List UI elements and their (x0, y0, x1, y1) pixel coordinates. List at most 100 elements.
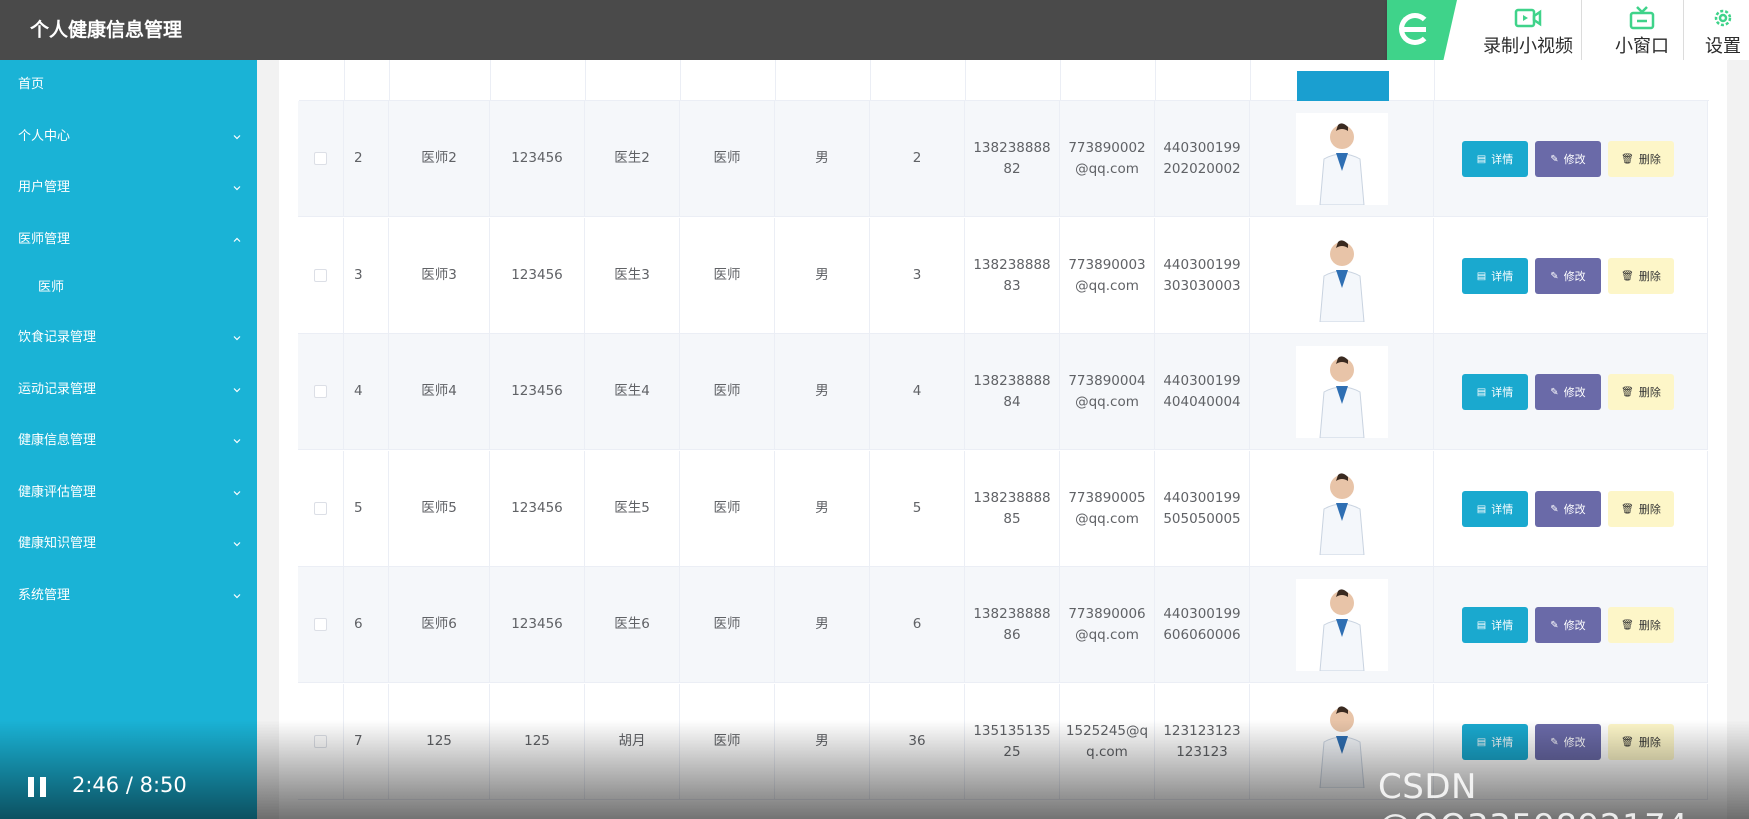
detail-button[interactable]: ▤ 详情 (1462, 258, 1528, 294)
cell-account-text: 医师2 (421, 150, 457, 166)
cell-password-text: 123456 (511, 500, 563, 516)
cell-idcard: 440300199 505050005 (1155, 451, 1250, 566)
cell-age-text: 2 (912, 150, 922, 166)
edit-button[interactable]: ✎ 修改 (1535, 374, 1601, 410)
cell-account-text: 医师3 (421, 267, 457, 283)
chevron-down-icon (233, 491, 241, 496)
settings-label: 设置 (1705, 36, 1741, 57)
edit-button-label: 修改 (1563, 385, 1586, 399)
row-select-cell (298, 451, 344, 566)
recorder-divider (1581, 0, 1582, 62)
cell-gender-text: 男 (815, 616, 829, 632)
row-checkbox[interactable] (314, 152, 327, 165)
record-video-button[interactable]: 录制小视频 (1469, 0, 1587, 62)
cell-title-text: 医师 (713, 383, 741, 399)
sidebar: 首页 个人中心 用户管理 医师管理 医师 饮食记录管理 运动记录管理 健康信息管… (0, 60, 257, 819)
cell-email-line: 773890005 (1068, 489, 1146, 506)
edit-button[interactable]: ✎ 修改 (1535, 607, 1601, 643)
delete-button[interactable]: 🗑 删除 (1608, 374, 1674, 410)
cell-title: 医师 (680, 451, 775, 566)
pencil-icon: ✎ (1550, 270, 1559, 282)
cell-idcard-line: 202020002 (1163, 160, 1241, 177)
detail-button[interactable]: ▤ 详情 (1462, 491, 1528, 527)
cell-account: 医师3 (389, 218, 490, 333)
cell-phone-line: 138238888 (973, 489, 1051, 506)
cell-idcard-line: 440300199 (1163, 489, 1241, 506)
edit-button-label: 修改 (1563, 502, 1586, 516)
detail-button[interactable]: ▤ 详情 (1462, 374, 1528, 410)
cell-name: 医生2 (585, 101, 680, 216)
delete-button[interactable]: 🗑 删除 (1608, 141, 1674, 177)
photo-cell (1250, 451, 1434, 566)
delete-button[interactable]: 🗑 删除 (1608, 258, 1674, 294)
cell-index: 3 (344, 218, 389, 333)
cell-name: 医生3 (585, 218, 680, 333)
cell-password: 123456 (490, 101, 585, 216)
cell-gender: 男 (775, 218, 870, 333)
row-checkbox[interactable] (314, 618, 327, 631)
cell-title: 医师 (680, 218, 775, 333)
sidebar-item-personal-center[interactable]: 个人中心 (0, 117, 257, 157)
cell-idcard-line: 440300199 (1163, 139, 1241, 156)
table-row: 3 医师3 123456 医生3 医师 男 3 138238888 83 773890003 @qq… (298, 218, 1708, 334)
cell-email-line: @qq.com (1075, 160, 1139, 177)
sidebar-item-health-info[interactable]: 健康信息管理 (0, 421, 257, 461)
sidebar-item-system[interactable]: 系统管理 (0, 576, 257, 616)
sidebar-item-home[interactable]: 首页 (0, 65, 257, 105)
cell-account: 医师5 (389, 451, 490, 566)
row-checkbox[interactable] (314, 269, 327, 282)
sidebar-item-label: 医师管理 (18, 232, 71, 247)
table-row: 5 医师5 123456 医生5 医师 男 5 138238888 85 773890005 @qq… (298, 451, 1708, 567)
sidebar-item-user-management[interactable]: 用户管理 (0, 168, 257, 208)
cell-idcard-line: 440300199 (1163, 605, 1241, 622)
sidebar-item-doctor[interactable]: 医师 (0, 268, 257, 308)
detail-button-label: 详情 (1491, 152, 1514, 166)
chevron-down-icon (233, 594, 241, 599)
edit-button-label: 修改 (1563, 152, 1586, 166)
row-checkbox[interactable] (314, 502, 327, 515)
cell-index-text: 3 (354, 267, 363, 283)
detail-button[interactable]: ▤ 详情 (1462, 141, 1528, 177)
doctor-photo (1295, 112, 1388, 205)
cell-idcard-line: 303030003 (1163, 277, 1241, 294)
edit-button-label: 修改 (1563, 618, 1586, 632)
cell-account-text: 医师4 (421, 383, 457, 399)
document-icon: ▤ (1476, 619, 1487, 631)
sidebar-item-label: 健康信息管理 (18, 433, 97, 448)
doctor-photo (1295, 578, 1388, 671)
sidebar-item-label: 个人中心 (18, 129, 71, 144)
sidebar-item-diet-records[interactable]: 饮食记录管理 (0, 318, 257, 358)
edit-button[interactable]: ✎ 修改 (1535, 258, 1601, 294)
cell-password: 123456 (490, 451, 585, 566)
cell-title-text: 医师 (713, 267, 741, 283)
cell-phone-line: 83 (1003, 277, 1021, 294)
chevron-down-icon (233, 186, 241, 191)
settings-button[interactable]: 设置 (1697, 0, 1749, 62)
detail-button[interactable]: ▤ 详情 (1462, 607, 1528, 643)
edit-button[interactable]: ✎ 修改 (1535, 491, 1601, 527)
delete-button-label: 删除 (1638, 502, 1661, 516)
delete-button[interactable]: 🗑 删除 (1608, 607, 1674, 643)
cell-email-line: 773890004 (1068, 372, 1146, 389)
sidebar-item-exercise-records[interactable]: 运动记录管理 (0, 370, 257, 410)
cell-age: 6 (870, 567, 965, 682)
sidebar-item-doctor-management[interactable]: 医师管理 (0, 220, 257, 260)
cell-password: 123456 (490, 567, 585, 682)
sidebar-item-health-knowledge[interactable]: 健康知识管理 (0, 524, 257, 564)
document-icon: ▤ (1476, 386, 1487, 398)
cell-index-text: 4 (354, 383, 363, 399)
cell-phone-line: 138238888 (973, 256, 1051, 273)
sidebar-item-health-assessment[interactable]: 健康评估管理 (0, 473, 257, 513)
edit-button-label: 修改 (1563, 269, 1586, 283)
mini-window-button[interactable]: 小窗口 (1592, 0, 1692, 62)
cell-password: 123456 (490, 334, 585, 449)
cell-account-text: 医师6 (421, 616, 457, 632)
pause-icon[interactable] (28, 777, 46, 797)
cell-gender-text: 男 (815, 383, 829, 399)
row-select-cell (298, 218, 344, 333)
row-checkbox[interactable] (314, 385, 327, 398)
cell-age-text: 4 (912, 383, 922, 399)
delete-button[interactable]: 🗑 删除 (1608, 491, 1674, 527)
photo-cell (1250, 567, 1434, 682)
edit-button[interactable]: ✎ 修改 (1535, 141, 1601, 177)
